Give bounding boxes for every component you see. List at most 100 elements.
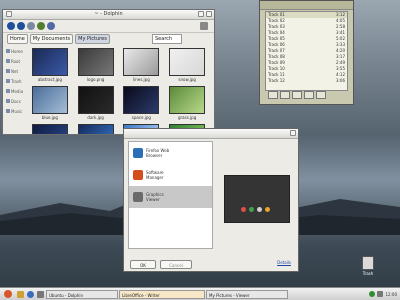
breadcrumb: Home My Documents My Pictures Search xyxy=(3,33,214,45)
application-dialog: Firefox Web Browser Software Manager Graphic… xyxy=(123,128,299,272)
ok-button[interactable]: OK xyxy=(130,260,156,269)
application-item[interactable]: Software Manager xyxy=(129,164,212,186)
file-manager-titlebar[interactable]: ~ - Dolphin xyxy=(3,10,214,20)
file-item[interactable]: logo.png xyxy=(73,48,119,82)
place-icon xyxy=(6,109,10,113)
file-name: blue.jpg xyxy=(41,115,58,120)
browser-icon xyxy=(27,290,34,298)
media-player-window: Track 01 3:12 Track 02 4:05 Track 03 2:58 Trac… xyxy=(259,0,354,105)
terminal-icon xyxy=(37,290,44,298)
file-thumbnail xyxy=(77,86,114,114)
sidebar-item-label: Root xyxy=(11,58,21,64)
playlist-row[interactable]: Track 12 3:06 xyxy=(266,78,347,84)
file-item[interactable]: blue.jpg xyxy=(27,86,73,120)
file-name: dark.jpg xyxy=(87,115,104,120)
file-thumbnail xyxy=(169,48,206,76)
task-item[interactable]: My Pictures - Viewer xyxy=(206,289,288,299)
place-icon xyxy=(6,89,10,93)
settings-icon[interactable] xyxy=(200,22,208,30)
play-button[interactable] xyxy=(280,91,290,99)
dialog-close-button[interactable] xyxy=(290,130,296,136)
file-item[interactable]: wave.jpg xyxy=(73,124,119,134)
stop-button[interactable] xyxy=(304,91,314,99)
network-icon[interactable] xyxy=(369,291,376,297)
breadcrumb-home[interactable]: Home xyxy=(7,34,28,44)
launcher-1[interactable] xyxy=(16,290,25,299)
trash-icon xyxy=(362,256,374,270)
place-icon xyxy=(6,59,10,63)
cancel-button[interactable]: Cancel xyxy=(160,260,192,269)
place-icon xyxy=(6,79,10,83)
home-icon[interactable] xyxy=(47,22,55,30)
up-icon[interactable] xyxy=(27,22,35,30)
clock[interactable]: 12:00 xyxy=(385,292,397,297)
file-thumbnail xyxy=(31,124,68,134)
application-item[interactable]: Graphics Viewer xyxy=(129,186,212,208)
file-thumbnail xyxy=(31,86,68,114)
start-menu-button[interactable] xyxy=(0,289,15,299)
file-thumbnail xyxy=(169,86,206,114)
file-item[interactable]: dark.jpg xyxy=(73,86,119,120)
sidebar-item[interactable]: Music xyxy=(6,106,24,116)
file-manager-toolbar xyxy=(3,20,214,33)
next-button[interactable] xyxy=(316,91,326,99)
sidebar-item[interactable]: Net xyxy=(6,66,24,76)
file-item[interactable]: deep.jpg xyxy=(27,124,73,134)
task-item[interactable]: LibreOffice - Writer xyxy=(119,289,205,299)
place-icon xyxy=(6,99,10,103)
search-input[interactable]: Search xyxy=(152,34,182,44)
place-icon xyxy=(6,49,10,53)
file-manager-title: ~ - Dolphin xyxy=(94,11,123,17)
forward-icon[interactable] xyxy=(17,22,25,30)
sidebar-item[interactable]: Media xyxy=(6,86,24,96)
file-item[interactable]: snow.jpg xyxy=(164,48,210,82)
sidebar-item[interactable]: Trash xyxy=(6,76,24,86)
application-text: Graphics Viewer xyxy=(146,192,164,202)
track-title: Track 12 xyxy=(268,78,285,83)
trash-desktop-icon[interactable]: Trash xyxy=(362,256,374,276)
file-item[interactable]: space.jpg xyxy=(119,86,165,120)
launcher-3[interactable] xyxy=(36,290,45,299)
file-thumbnail xyxy=(31,48,68,76)
volume-icon[interactable] xyxy=(377,291,384,297)
breadcrumb-documents[interactable]: My Documents xyxy=(29,34,74,44)
reload-icon[interactable] xyxy=(37,22,45,30)
file-item[interactable]: lines.jpg xyxy=(119,48,165,82)
application-item[interactable]: Firefox Web Browser xyxy=(129,142,212,164)
application-text: Firefox Web Browser xyxy=(146,148,169,158)
file-thumbnail xyxy=(77,48,114,76)
back-icon[interactable] xyxy=(7,22,15,30)
application-subtitle: Viewer xyxy=(146,197,160,202)
sidebar-item-label: Net xyxy=(11,68,19,74)
file-thumbnail xyxy=(123,48,160,76)
minimize-button[interactable] xyxy=(198,11,204,17)
file-name: abstract.jpg xyxy=(37,77,62,82)
application-icon xyxy=(133,192,143,202)
application-subtitle: Browser xyxy=(146,153,163,158)
file-item[interactable]: abstract.jpg xyxy=(27,48,73,82)
sidebar-item-label: Media xyxy=(11,88,24,94)
prev-button[interactable] xyxy=(268,91,278,99)
close-button[interactable] xyxy=(206,11,212,17)
launcher-2[interactable] xyxy=(26,290,35,299)
file-item[interactable]: grass.jpg xyxy=(164,86,210,120)
breadcrumb-pictures[interactable]: My Pictures xyxy=(75,34,110,44)
sidebar-item[interactable]: Docs xyxy=(6,96,24,106)
dialog-titlebar[interactable] xyxy=(124,129,298,139)
taskbar: Ubuntu - Dolphin LibreOffice - Writer My… xyxy=(0,287,400,300)
sidebar-item[interactable]: Home xyxy=(6,46,24,56)
application-subtitle: Manager xyxy=(146,175,164,180)
file-name: logo.png xyxy=(86,77,105,82)
file-name: grass.jpg xyxy=(177,115,197,120)
pause-button[interactable] xyxy=(292,91,302,99)
details-link[interactable]: Details xyxy=(277,260,291,265)
sidebar-item-label: Trash xyxy=(11,78,22,84)
media-player-titlebar[interactable] xyxy=(260,1,353,10)
task-item[interactable]: Ubuntu - Dolphin xyxy=(46,289,118,299)
system-tray: 12:00 xyxy=(369,291,400,297)
sidebar-item[interactable]: Root xyxy=(6,56,24,66)
application-preview xyxy=(224,175,290,223)
preview-dot-icon xyxy=(241,207,246,212)
file-thumbnail xyxy=(77,124,114,134)
preview-icons xyxy=(241,207,270,212)
